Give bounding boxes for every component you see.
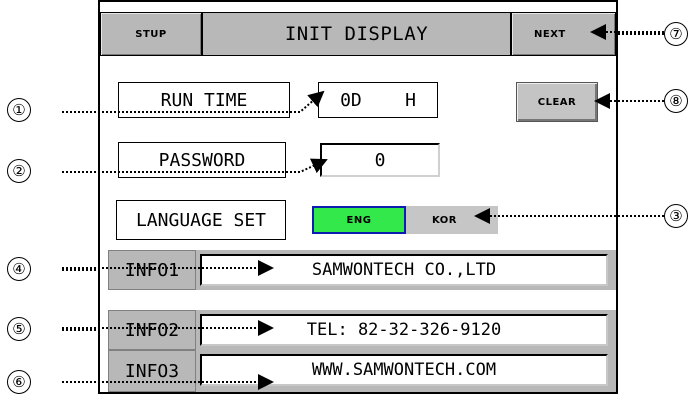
callout-1: ① — [7, 98, 31, 122]
password-input[interactable]: 0 — [320, 143, 440, 177]
callout-3: ③ — [664, 204, 688, 228]
info2-value: TEL: 82-32-326-9120 — [200, 314, 608, 346]
callout-8: ⑧ — [664, 89, 688, 113]
next-button[interactable]: NEXT — [511, 12, 616, 56]
callout-4: ④ — [7, 257, 31, 281]
page-title: INIT DISPLAY — [202, 12, 511, 56]
stup-button[interactable]: STUP — [100, 12, 202, 56]
language-set-label: LANGUAGE SET — [116, 200, 286, 240]
eng-button[interactable]: ENG — [312, 206, 406, 234]
info1-value: SAMWONTECH CO.,LTD — [200, 254, 608, 286]
info2-label: INFO2 — [108, 310, 196, 350]
password-label: PASSWORD — [118, 142, 286, 178]
kor-button[interactable]: KOR — [406, 206, 498, 234]
run-time-label: RUN TIME — [118, 82, 290, 118]
clear-button[interactable]: CLEAR — [516, 82, 598, 122]
info1-label: INFO1 — [108, 250, 196, 290]
callout-5: ⑤ — [7, 317, 31, 341]
callout-6: ⑥ — [7, 370, 31, 394]
run-time-value: 0D H — [318, 82, 438, 118]
info3-label: INFO3 — [108, 350, 196, 392]
callout-2: ② — [7, 159, 31, 183]
callout-7: ⑦ — [664, 22, 688, 46]
info3-value: WWW.SAMWONTECH.COM — [200, 354, 608, 386]
